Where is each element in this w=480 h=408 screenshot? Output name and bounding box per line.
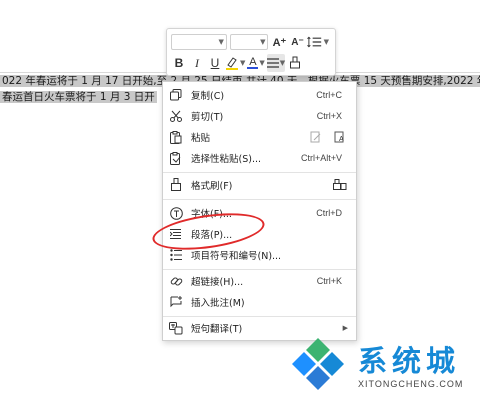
translate-icon bbox=[169, 321, 183, 335]
menu-item-shortcut: Ctrl+D bbox=[316, 208, 342, 218]
chevron-down-icon: ▼ bbox=[218, 38, 224, 46]
document-text-line-2[interactable]: 春运首日火车票将于 1 月 3 日开 bbox=[0, 89, 162, 105]
highlighter-icon bbox=[226, 57, 238, 70]
menu-item-shortcut: Ctrl+Alt+V bbox=[300, 153, 342, 163]
menu-item-label: 项目符号和编号(N)... bbox=[191, 251, 282, 262]
font-name-select[interactable]: ▼ bbox=[171, 34, 227, 50]
comment-icon bbox=[169, 295, 183, 309]
menu-item-shortcut: Ctrl+X bbox=[316, 111, 342, 121]
watermark-brand-en: XITONGCHENG.COM bbox=[358, 379, 464, 389]
menu-item-shortcut: Ctrl+K bbox=[316, 276, 342, 286]
menu-item-label: 复制(C) bbox=[191, 91, 225, 102]
paste-keep-format-icon[interactable] bbox=[308, 130, 324, 144]
bullets-icon bbox=[169, 248, 183, 262]
line-spacing-button[interactable]: ▼ bbox=[307, 33, 329, 51]
scissors-icon bbox=[169, 109, 183, 123]
submenu-arrow-icon: ▶ bbox=[342, 324, 348, 332]
underline-button[interactable]: U bbox=[207, 54, 223, 72]
menu-separator bbox=[163, 172, 356, 173]
chevron-down-icon: ▼ bbox=[240, 59, 246, 67]
grow-font-button[interactable]: A⁺ bbox=[271, 33, 287, 51]
font-color-button[interactable]: A ▼ bbox=[247, 54, 265, 72]
paste-special-icon bbox=[169, 151, 183, 165]
paste-text-only-icon[interactable]: A bbox=[332, 130, 348, 144]
format-brush-icon bbox=[169, 178, 183, 192]
selected-text[interactable]: 春运首日火车票将于 1 月 3 日开 bbox=[0, 91, 157, 103]
menu-item-cut[interactable]: 剪切(T) Ctrl+X bbox=[163, 106, 356, 126]
menu-item-paste-special[interactable]: 选择性粘贴(S)... Ctrl+Alt+V bbox=[163, 148, 356, 168]
menu-item-copy[interactable]: 复制(C) Ctrl+C bbox=[163, 85, 356, 105]
menu-item-translate[interactable]: 短句翻译(T) ▶ bbox=[163, 318, 356, 338]
highlight-button[interactable]: ▼ bbox=[225, 54, 245, 72]
chevron-down-icon: ▼ bbox=[279, 59, 286, 67]
menu-item-label: 插入批注(M) bbox=[191, 298, 245, 309]
mini-toolbar: ▼ ▼ A⁺ A⁻ ▼ B I U ▼ A ▼ ▼ bbox=[166, 28, 336, 76]
link-icon bbox=[169, 274, 183, 288]
menu-separator bbox=[163, 316, 356, 317]
svg-text:A: A bbox=[339, 136, 344, 143]
context-menu: 复制(C) Ctrl+C 剪切(T) Ctrl+X 粘贴 A 选择性粘贴(S).… bbox=[162, 81, 357, 341]
menu-item-paste[interactable]: 粘贴 A bbox=[163, 127, 356, 147]
align-button[interactable]: ▼ bbox=[266, 54, 286, 72]
menu-item-label: 选择性粘贴(S)... bbox=[191, 154, 262, 165]
menu-item-format-painter[interactable]: 格式刷(F) bbox=[163, 175, 356, 195]
font-color-bar bbox=[247, 67, 259, 69]
font-size-select[interactable]: ▼ bbox=[229, 34, 269, 50]
watermark-brand-cn: 系统城 bbox=[358, 344, 461, 378]
menu-item-label: 短句翻译(T) bbox=[191, 324, 243, 335]
format-brush-multi-icon[interactable] bbox=[332, 178, 348, 192]
menu-item-label: 粘贴 bbox=[191, 133, 211, 144]
line-spacing-icon bbox=[307, 36, 322, 48]
menu-item-label: 剪切(T) bbox=[191, 112, 224, 123]
menu-separator bbox=[163, 269, 356, 270]
align-icon bbox=[266, 58, 279, 68]
shrink-font-button[interactable]: A⁻ bbox=[289, 33, 305, 51]
menu-item-insert-comment[interactable]: 插入批注(M) bbox=[163, 292, 356, 312]
italic-button[interactable]: I bbox=[189, 54, 205, 72]
copy-icon bbox=[169, 88, 183, 102]
menu-separator bbox=[163, 199, 356, 200]
chevron-down-icon: ▼ bbox=[260, 38, 266, 46]
chevron-down-icon: ▼ bbox=[323, 38, 329, 46]
menu-item-hyperlink[interactable]: 超链接(H)... Ctrl+K bbox=[163, 271, 356, 291]
bold-button[interactable]: B bbox=[171, 54, 187, 72]
menu-item-label: 超链接(H)... bbox=[191, 277, 244, 288]
format-painter-button[interactable] bbox=[287, 54, 303, 72]
menu-item-label: 格式刷(F) bbox=[191, 181, 233, 192]
paste-icon bbox=[169, 130, 183, 144]
watermark-logo-icon bbox=[292, 338, 344, 390]
menu-item-shortcut: Ctrl+C bbox=[316, 90, 342, 100]
font-icon bbox=[169, 206, 183, 220]
format-painter-icon bbox=[290, 56, 301, 69]
chevron-down-icon: ▼ bbox=[259, 59, 265, 67]
